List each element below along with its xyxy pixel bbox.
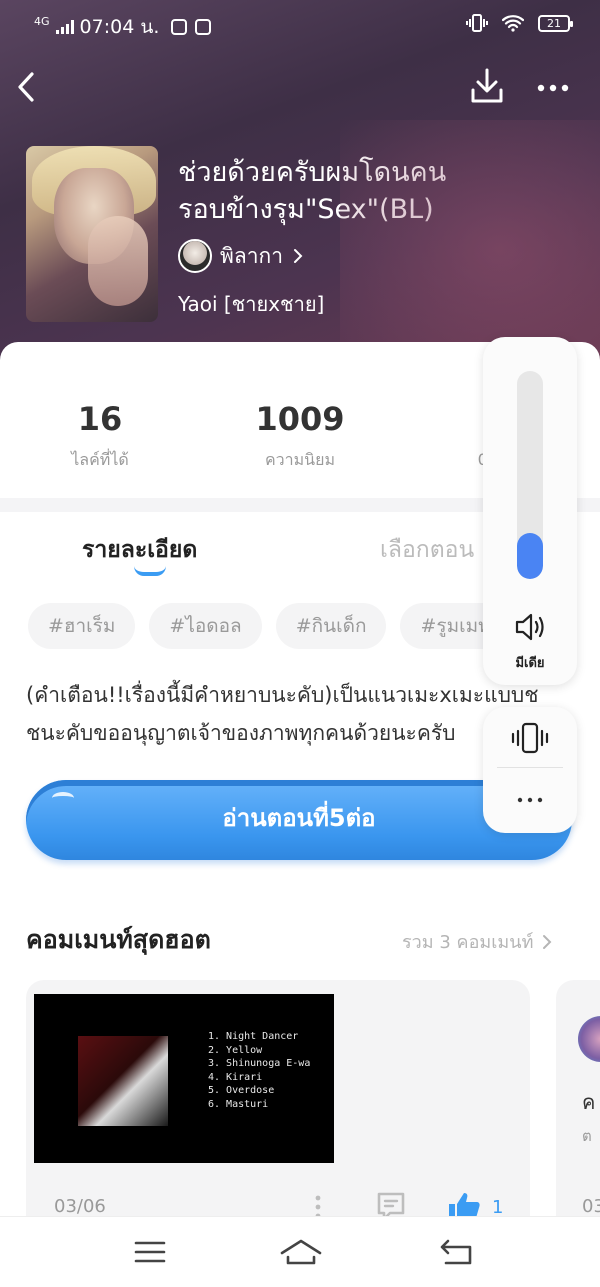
clock: 07:04 น. [79,16,160,38]
recents-button[interactable] [130,1235,170,1269]
tag-chip[interactable]: #ไอดอล [149,603,262,649]
system-nav-bar [0,1216,600,1287]
commenter-avatar [578,1016,600,1062]
more-dots-icon [537,84,569,92]
next-comment-card[interactable]: ค ต 03 [556,980,600,1242]
youtube-notification-icon [171,19,188,35]
home-button[interactable] [278,1235,324,1269]
back-button[interactable] [10,64,50,108]
comment-image-photo [78,1036,168,1126]
genre-label: Yaoi [ชายxชาย] [178,292,325,316]
chevron-left-icon [18,72,34,102]
more-settings-icon[interactable] [511,787,549,813]
top-bar [0,60,600,116]
comment-image: 1. Night Dancer 2. Yellow 3. Shinunoga E… [34,994,334,1163]
signal-icon [55,20,74,34]
playlist-text: 1. Night Dancer 2. Yellow 3. Shinunoga E… [208,1031,311,1110]
like-count: 1 [492,1197,504,1218]
gallery-notification-icon [195,19,212,35]
tag-list: #ฮาเร็ม #ไอดอล #กินเด็ก #รูมเมท [28,603,511,649]
author-name: พิลากา [220,243,284,268]
all-comments-link[interactable]: รวม 3 คอมเมนท์ [402,927,553,956]
media-label: มีเดีย [515,656,545,671]
back-arrow-icon [440,1239,472,1265]
tab-details[interactable]: รายละเอียด [82,532,197,568]
download-icon [471,68,503,103]
wifi-icon [502,15,524,32]
comment-card[interactable]: 1. Night Dancer 2. Yellow 3. Shinunoga E… [26,980,530,1242]
author-link[interactable]: พิลากา [178,239,305,273]
story-header: 4G 07:04 น. 21 ช่วยด้วยครับผมโดนคน รอบข้… [0,0,600,380]
home-icon [280,1239,322,1265]
network-type: 4G [34,14,50,28]
tab-episodes[interactable]: เลือกตอน [380,532,474,568]
stat-likes: 16 ไลค์ที่ได้ [71,400,129,469]
vibrate-mode-icon[interactable] [511,721,549,755]
chevron-right-icon [543,934,552,949]
vibrate-icon [466,14,488,32]
more-options-button[interactable] [532,64,574,108]
stat-popularity: 1009 ความนิยม [255,400,345,469]
battery-icon: 21 [538,14,573,32]
author-avatar [178,239,212,273]
download-button[interactable] [466,64,508,108]
status-bar: 4G 07:04 น. 21 [0,0,600,46]
cover-image [26,146,158,322]
volume-panel: มีเดีย [483,337,577,685]
volume-level [517,533,543,579]
sound-mode-panel [483,707,577,833]
volume-slider[interactable] [517,371,543,579]
menu-icon [134,1241,166,1263]
tag-chip[interactable]: #ฮาเร็ม [28,603,136,649]
hot-comments-title: คอมเมนท์สุดฮอต [26,925,211,954]
panel-divider [497,767,563,768]
tag-chip[interactable]: #กินเด็ก [275,603,387,649]
story-title: ช่วยด้วยครับผมโดนคน รอบข้างรุม"Sex"(BL) [178,157,447,225]
chevron-right-icon [294,249,303,263]
back-nav-button[interactable] [436,1235,476,1269]
speaker-icon[interactable] [513,611,547,643]
comment-date: 03/06 [54,1196,106,1217]
active-tab-indicator [134,566,166,576]
